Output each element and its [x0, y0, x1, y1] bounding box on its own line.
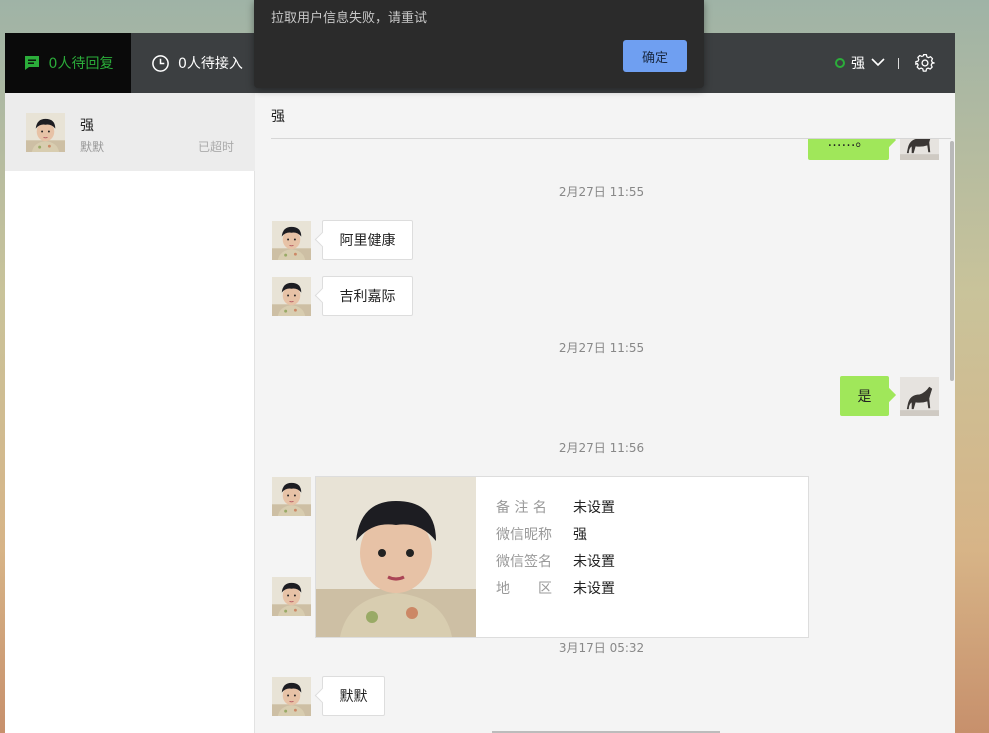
- scrollbar[interactable]: [950, 141, 954, 381]
- ok-button[interactable]: 确定: [623, 40, 687, 72]
- contact-label: 微信签名: [496, 553, 552, 570]
- contact-label: 微信昵称: [496, 526, 552, 543]
- message-text: 吉利嘉际: [339, 289, 396, 305]
- timestamp: 3月17日 05:32: [558, 641, 645, 655]
- contact-label: 备 注 名: [496, 499, 547, 516]
- dialog-message: 拉取用户信息失败，请重试: [271, 11, 428, 26]
- message-bubble-partial[interactable]: ……。: [808, 139, 889, 160]
- contact-value: 强: [573, 526, 587, 543]
- tab-pending-accept[interactable]: 0人待接入: [151, 33, 243, 93]
- timestamp: 2月27日 11:56: [558, 441, 645, 455]
- timestamp: 2月27日 11:55: [558, 185, 645, 199]
- session-item[interactable]: 强 默默 已超时: [5, 93, 255, 171]
- session-state: 已超时: [197, 140, 234, 154]
- avatar: [272, 677, 311, 716]
- user-status-menu[interactable]: 强: [835, 33, 885, 93]
- clock-icon: [151, 54, 170, 73]
- chevron-down-icon: [871, 55, 885, 71]
- avatar: [900, 139, 939, 160]
- contact-row: 地 区 未设置: [496, 574, 615, 601]
- message-text: 默默: [339, 689, 368, 705]
- contact-value: 未设置: [573, 580, 615, 597]
- topbar-divider: [898, 58, 899, 69]
- session-preview: 默默: [80, 140, 105, 154]
- contact-info: 备 注 名 未设置 微信昵称 强 微信签名 未设置 地 区 未设置: [496, 493, 615, 601]
- contact-label: 地 区: [496, 580, 552, 597]
- avatar: [272, 277, 311, 316]
- contact-row: 备 注 名 未设置: [496, 493, 615, 520]
- gear-icon[interactable]: [915, 53, 935, 73]
- status-ring-icon: [835, 58, 845, 68]
- chat-title-text: 强: [271, 108, 285, 125]
- app-window: 0人待回复 0人待接入 强 强 默默 已超时 强 ……。 2月27日 11:55…: [5, 33, 955, 733]
- message-text: 是: [857, 389, 872, 405]
- tab-pending-accept-label: 0人待接入: [178, 56, 243, 72]
- timestamp: 2月27日 11:55: [558, 341, 645, 355]
- avatar: [900, 377, 939, 416]
- chat-panel: 强 ……。 2月27日 11:55 阿里健康 吉利嘉际 2月27日 11:55 …: [256, 93, 955, 733]
- chat-title: 强: [271, 93, 951, 139]
- contact-value: 未设置: [573, 553, 615, 570]
- error-dialog: 拉取用户信息失败，请重试 确定: [254, 0, 704, 88]
- contact-card[interactable]: 备 注 名 未设置 微信昵称 强 微信签名 未设置 地 区 未设置: [315, 476, 809, 638]
- contact-row: 微信昵称 强: [496, 520, 615, 547]
- message-text: 阿里健康: [339, 233, 396, 249]
- contact-value: 未设置: [573, 499, 615, 516]
- session-list: 强 默默 已超时: [5, 93, 255, 733]
- contact-row: 微信签名 未设置: [496, 547, 615, 574]
- chat-bubble-icon: [23, 54, 41, 72]
- session-name: 强: [80, 118, 94, 134]
- tab-pending-reply[interactable]: 0人待回复: [5, 33, 131, 93]
- message-text: ……。: [827, 139, 870, 150]
- message-bubble[interactable]: 吉利嘉际: [322, 276, 413, 316]
- tab-pending-reply-label: 0人待回复: [48, 56, 114, 72]
- contact-photo: [316, 477, 476, 637]
- message-bubble[interactable]: 阿里健康: [322, 220, 413, 260]
- user-name: 强: [851, 56, 865, 72]
- avatar: [272, 577, 311, 616]
- message-list[interactable]: ……。 2月27日 11:55 阿里健康 吉利嘉际 2月27日 11:55 是 …: [256, 139, 955, 733]
- avatar: [26, 113, 65, 152]
- avatar: [272, 477, 311, 516]
- message-bubble[interactable]: 默默: [322, 676, 385, 716]
- message-bubble[interactable]: 是: [840, 376, 889, 416]
- avatar: [272, 221, 311, 260]
